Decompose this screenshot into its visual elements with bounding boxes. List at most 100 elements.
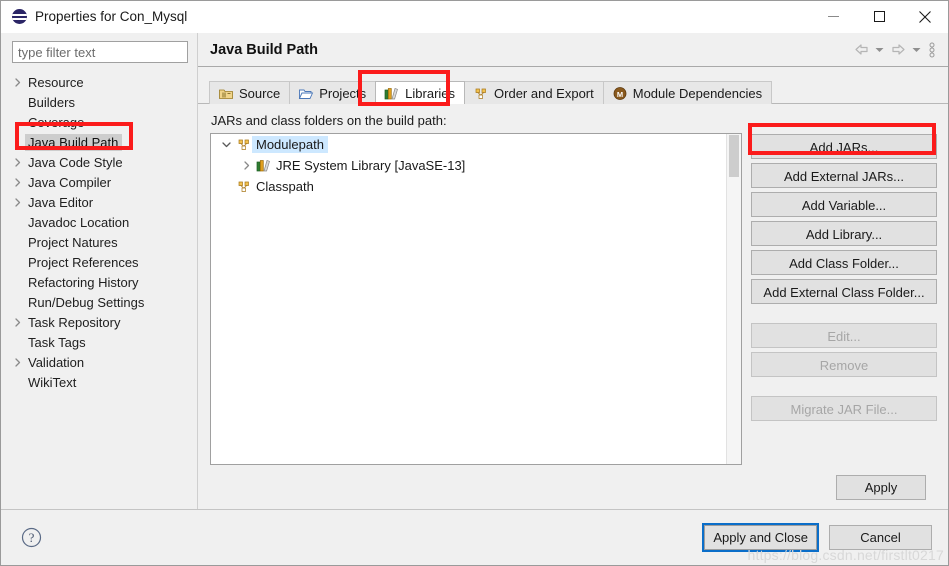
edit-button: Edit... xyxy=(751,323,937,348)
add-external-jars-button[interactable]: Add External JARs... xyxy=(751,163,937,188)
chevron-right-icon[interactable] xyxy=(9,157,25,167)
forward-arrow-icon[interactable] xyxy=(888,40,908,60)
libraries-books-icon xyxy=(255,158,272,173)
sidebar-item-java-code-style[interactable]: Java Code Style xyxy=(1,152,197,172)
svg-text:?: ? xyxy=(29,530,35,545)
eclipse-icon xyxy=(12,9,27,24)
modulepath-icon xyxy=(473,86,489,101)
close-button[interactable] xyxy=(902,1,948,32)
sidebar-item-label: Javadoc Location xyxy=(28,214,130,230)
sidebar-item-task-repository[interactable]: Task Repository xyxy=(1,312,197,332)
title-bar: Properties for Con_Mysql xyxy=(1,1,948,33)
back-arrow-icon[interactable] xyxy=(851,40,871,60)
module-circle-icon: M xyxy=(612,86,628,101)
sidebar-item-label: Java Editor xyxy=(28,194,94,210)
scrollbar-thumb[interactable] xyxy=(729,135,739,177)
sidebar-item-project-natures[interactable]: Project Natures xyxy=(1,232,197,252)
tab-projects[interactable]: Projects xyxy=(289,81,377,104)
sidebar-item-resource[interactable]: Resource xyxy=(1,72,197,92)
modulepath-icon xyxy=(235,179,252,194)
tab-label: Source xyxy=(239,85,281,101)
list-caption: JARs and class folders on the build path… xyxy=(211,113,447,128)
sidebar-item-validation[interactable]: Validation xyxy=(1,352,197,372)
sidebar-item-label: Run/Debug Settings xyxy=(28,294,145,310)
action-button-column: Add JARs... Add External JARs... Add Varia… xyxy=(751,133,937,465)
tab-order-and-export[interactable]: Order and Export xyxy=(464,81,604,104)
window-controls xyxy=(810,1,948,32)
sidebar-item-builders[interactable]: Builders xyxy=(1,92,197,112)
build-path-tree-label: Classpath xyxy=(256,179,314,194)
open-folder-icon xyxy=(298,86,314,101)
sidebar-item-label: Java Code Style xyxy=(28,154,123,170)
sidebar-item-project-references[interactable]: Project References xyxy=(1,252,197,272)
sidebar-item-label: Refactoring History xyxy=(28,274,139,290)
sidebar-item-run-debug-settings[interactable]: Run/Debug Settings xyxy=(1,292,197,312)
build-path-tree-label: Modulepath xyxy=(252,136,328,153)
chevron-right-icon[interactable] xyxy=(9,197,25,207)
chevron-right-icon[interactable] xyxy=(237,161,255,170)
libraries-tab-content: JARs and class folders on the build path… xyxy=(198,103,948,509)
sidebar-item-label: Task Tags xyxy=(28,334,86,350)
apply-button[interactable]: Apply xyxy=(836,474,926,500)
modulepath-icon xyxy=(235,137,252,152)
back-dropdown-chevron-down-icon[interactable] xyxy=(873,40,886,60)
tab-label: Libraries xyxy=(405,85,456,101)
chevron-right-icon[interactable] xyxy=(9,317,25,327)
sidebar-item-wikitext[interactable]: WikiText xyxy=(1,372,197,392)
chevron-right-icon[interactable] xyxy=(9,177,25,187)
remove-button: Remove xyxy=(751,352,937,377)
tab-module-dependencies[interactable]: M Module Dependencies xyxy=(602,81,773,104)
source-folder-icon xyxy=(218,86,234,101)
build-path-tree[interactable]: Modulepath JRE System Library [JavaSE-13]… xyxy=(210,133,742,465)
apply-row: Apply xyxy=(210,465,937,509)
minimize-button[interactable] xyxy=(810,1,856,32)
sidebar-item-task-tags[interactable]: Task Tags xyxy=(1,332,197,352)
sidebar-item-label: Java Compiler xyxy=(28,174,112,190)
tab-label: Order and Export xyxy=(494,85,594,101)
sidebar-item-label: Resource xyxy=(28,74,84,90)
libraries-books-icon xyxy=(384,86,400,101)
sidebar-item-label: Task Repository xyxy=(28,314,121,330)
forward-dropdown-chevron-down-icon[interactable] xyxy=(910,40,923,60)
build-path-tree-row[interactable]: Modulepath xyxy=(211,134,741,155)
sidebar-item-coverage[interactable]: Coverage xyxy=(1,112,197,132)
build-path-tree-label: JRE System Library [JavaSE-13] xyxy=(276,158,466,173)
maximize-button[interactable] xyxy=(856,1,902,32)
sidebar-item-label: Coverage xyxy=(28,114,85,130)
page-nav-controls xyxy=(851,40,938,60)
window-title: Properties for Con_Mysql xyxy=(35,9,188,24)
help-question-icon[interactable]: ? xyxy=(21,527,42,548)
sidebar-item-label: Java Build Path xyxy=(25,133,123,151)
sidebar-item-java-editor[interactable]: Java Editor xyxy=(1,192,197,212)
sidebar-item-javadoc-location[interactable]: Javadoc Location xyxy=(1,212,197,232)
sidebar-item-java-build-path[interactable]: Java Build Path xyxy=(1,132,197,152)
view-menu-icon[interactable] xyxy=(925,40,938,60)
migrate-jar-file-button: Migrate JAR File... xyxy=(751,396,937,421)
sidebar-item-java-compiler[interactable]: Java Compiler xyxy=(1,172,197,192)
add-jars-button[interactable]: Add JARs... xyxy=(751,134,937,159)
chevron-right-icon[interactable] xyxy=(9,77,25,87)
build-path-tree-row[interactable]: JRE System Library [JavaSE-13] xyxy=(211,155,741,176)
filter-input[interactable] xyxy=(12,41,188,63)
tab-label: Projects xyxy=(319,85,367,101)
settings-page: Java Build Path Source Projects Librarie… xyxy=(198,33,948,509)
add-external-class-folder-button[interactable]: Add External Class Folder... xyxy=(751,279,937,304)
watermark: https://blog.csdn.net/firstlt0217 xyxy=(747,547,944,563)
sidebar-item-refactoring-history[interactable]: Refactoring History xyxy=(1,272,197,292)
tree-vertical-scrollbar[interactable] xyxy=(726,134,741,464)
svg-text:M: M xyxy=(617,90,623,99)
add-library-button[interactable]: Add Library... xyxy=(751,221,937,246)
chevron-down-icon[interactable] xyxy=(217,140,235,149)
add-variable-button[interactable]: Add Variable... xyxy=(751,192,937,217)
tab-source[interactable]: Source xyxy=(209,81,291,104)
sidebar-item-label: WikiText xyxy=(28,374,77,390)
tab-libraries[interactable]: Libraries xyxy=(375,81,466,104)
settings-tree: Resource Builders Coverage Java Build Path J… xyxy=(1,69,197,509)
build-path-tree-row[interactable]: Classpath xyxy=(211,176,741,197)
sidebar-item-label: Project References xyxy=(28,254,139,270)
sidebar-item-label: Builders xyxy=(28,94,75,110)
tab-label: Module Dependencies xyxy=(632,85,763,101)
chevron-right-icon[interactable] xyxy=(9,357,25,367)
add-class-folder-button[interactable]: Add Class Folder... xyxy=(751,250,937,275)
tab-bar: Source Projects Libraries Order and Export M… xyxy=(198,67,948,104)
